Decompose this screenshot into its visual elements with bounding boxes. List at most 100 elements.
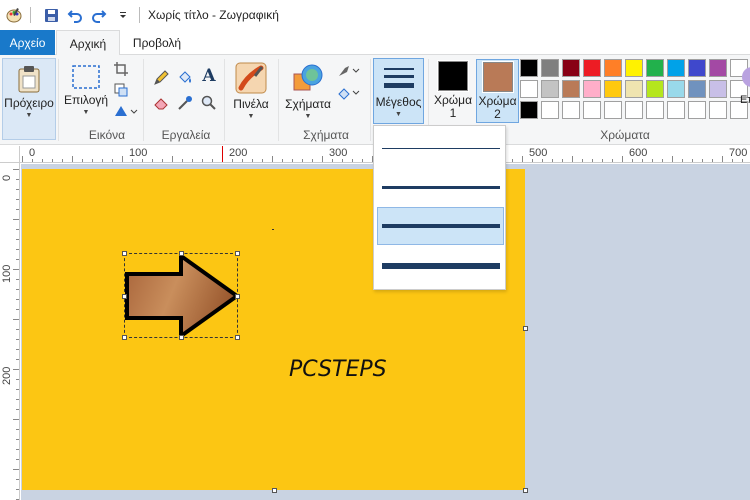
tab-file[interactable]: Αρχείο [0, 30, 55, 55]
palette-color[interactable] [646, 80, 664, 98]
canvas-resize-handle-corner[interactable] [523, 488, 528, 493]
ruler-tick [16, 409, 19, 410]
ruler-tick [722, 156, 723, 162]
palette-color[interactable] [709, 59, 727, 77]
palette-color[interactable] [562, 59, 580, 77]
palette-color[interactable] [583, 101, 601, 119]
brushes-button[interactable]: Πινέλα ▼ [228, 58, 274, 120]
palette-color[interactable] [646, 59, 664, 77]
ruler-tick [16, 209, 19, 210]
ruler-position-marker [222, 146, 223, 162]
edit-colors-button[interactable]: Επ [740, 65, 750, 105]
palette-color[interactable] [562, 80, 580, 98]
size-option-3[interactable] [377, 207, 504, 245]
palette-color[interactable] [520, 101, 538, 119]
paint-app-icon[interactable] [4, 5, 24, 25]
palette-color[interactable] [667, 80, 685, 98]
resize-handle[interactable] [179, 335, 184, 340]
palette-color[interactable] [625, 59, 643, 77]
separator [139, 7, 140, 23]
ruler-tick [632, 159, 633, 162]
selection-box[interactable] [122, 251, 241, 340]
resize-handle[interactable] [122, 251, 127, 256]
resize-handle[interactable] [122, 294, 127, 299]
undo-icon[interactable] [65, 5, 85, 25]
image-group-label: Εικόνα [88, 128, 126, 142]
ruler-tick [16, 389, 19, 390]
ruler-tick [522, 156, 523, 162]
palette-color[interactable] [709, 101, 727, 119]
select-button[interactable]: Επιλογή ▼ [62, 58, 110, 116]
resize-handle[interactable] [235, 294, 240, 299]
resize-handle[interactable] [235, 251, 240, 256]
palette-color[interactable] [688, 59, 706, 77]
crop-icon[interactable] [112, 60, 130, 78]
palette-color[interactable] [541, 80, 559, 98]
ruler-tick [562, 159, 563, 162]
ruler-tick [572, 156, 573, 162]
palette-color[interactable] [625, 101, 643, 119]
ruler-tick [362, 159, 363, 162]
save-icon[interactable] [41, 5, 61, 25]
size-dropdown-menu [373, 125, 506, 290]
resize-icon[interactable] [112, 81, 130, 99]
brushes-label: Πινέλα [233, 97, 269, 111]
redo-icon[interactable] [89, 5, 109, 25]
pencil-icon[interactable] [152, 69, 170, 87]
palette-color[interactable] [562, 101, 580, 119]
tab-home[interactable]: Αρχική [56, 30, 120, 56]
palette-color[interactable] [541, 101, 559, 119]
fill-icon[interactable] [336, 84, 362, 102]
palette-color[interactable] [604, 101, 622, 119]
palette-color[interactable] [604, 59, 622, 77]
palette-color[interactable] [520, 59, 538, 77]
size-option-2[interactable] [377, 168, 504, 206]
ruler-label: 300 [329, 147, 348, 159]
canvas-resize-handle-bottom[interactable] [272, 488, 277, 493]
fill-bucket-icon[interactable] [176, 69, 194, 87]
ruler-tick [182, 159, 183, 162]
ruler-tick [312, 159, 313, 162]
canvas-text: PCSTEPS [289, 357, 387, 382]
size-button[interactable]: Μέγεθος ▼ [373, 58, 424, 124]
quick-access-toolbar [0, 0, 146, 30]
canvas-resize-handle-right[interactable] [523, 326, 528, 331]
palette-color[interactable] [646, 101, 664, 119]
tab-view[interactable]: Προβολή [124, 30, 190, 55]
ruler-tick [13, 419, 19, 420]
text-tool-icon[interactable]: A [200, 66, 218, 86]
size-option-4[interactable] [377, 247, 504, 285]
color1-button[interactable]: Χρώμα 1 [433, 59, 473, 123]
rotate-icon[interactable] [112, 102, 140, 120]
ruler-label: 0 [1, 174, 13, 181]
resize-handle[interactable] [122, 335, 127, 340]
palette-color[interactable] [709, 80, 727, 98]
palette-color[interactable] [688, 80, 706, 98]
ruler-tick [16, 339, 19, 340]
magnifier-icon[interactable] [200, 94, 218, 112]
palette-color[interactable] [541, 59, 559, 77]
shapes-label: Σχήματα [285, 97, 331, 111]
palette-color[interactable] [667, 101, 685, 119]
resize-handle[interactable] [235, 335, 240, 340]
clipboard-button[interactable]: Πρόχειρο ▼ [2, 58, 56, 140]
resize-handle[interactable] [179, 251, 184, 256]
color2-button[interactable]: Χρώμα 2 [476, 59, 519, 123]
palette-color[interactable] [667, 59, 685, 77]
size-option-1[interactable] [377, 129, 504, 167]
shapes-button[interactable]: Σχήματα ▼ [282, 58, 334, 120]
palette-color[interactable] [688, 101, 706, 119]
palette-color[interactable] [583, 59, 601, 77]
palette-color[interactable] [520, 80, 538, 98]
outline-icon[interactable] [336, 62, 362, 80]
window-title: Χωρίς τίτλο - Ζωγραφική [148, 8, 279, 22]
palette-color[interactable] [604, 80, 622, 98]
ruler-tick [352, 159, 353, 162]
customize-toolbar-dropdown-icon[interactable] [113, 5, 133, 25]
color-picker-icon[interactable] [176, 94, 194, 112]
chevron-down-icon: ▼ [25, 112, 33, 119]
eraser-icon[interactable] [152, 94, 170, 112]
ruler-tick [582, 159, 583, 162]
palette-color[interactable] [625, 80, 643, 98]
palette-color[interactable] [583, 80, 601, 98]
